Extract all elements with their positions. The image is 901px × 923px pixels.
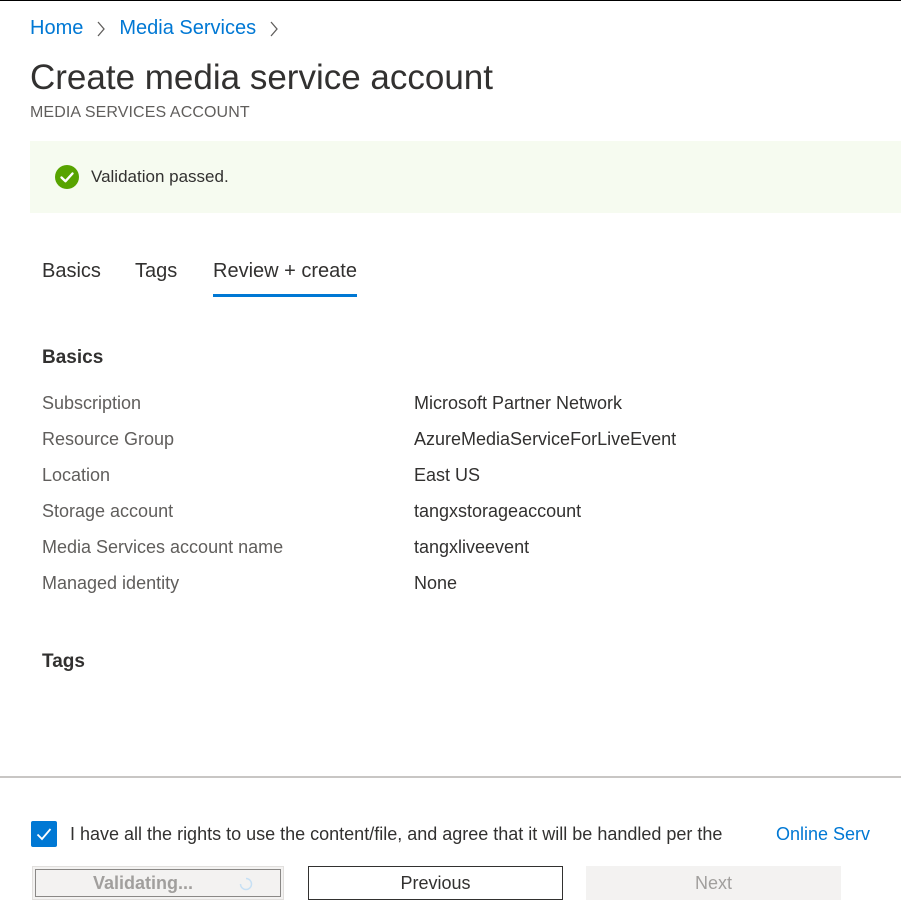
summary-value: East US — [414, 465, 481, 485]
basics-section-heading: Basics — [42, 347, 104, 368]
breadcrumb-home-link[interactable]: Home — [30, 17, 83, 40]
breadcrumb: Home Media Services — [30, 17, 292, 40]
summary-label: Managed identity — [42, 573, 180, 593]
tab-review-create[interactable]: Review + create — [213, 260, 357, 297]
previous-button[interactable]: Previous — [308, 866, 563, 900]
agreement-row: I have all the rights to use the content… — [31, 820, 901, 848]
summary-label: Subscription — [42, 393, 142, 413]
validation-message: Validation passed. — [91, 167, 229, 186]
summary-value: None — [414, 573, 458, 593]
chevron-right-icon — [269, 21, 279, 37]
summary-label: Resource Group — [42, 429, 175, 449]
chevron-right-icon — [96, 21, 106, 37]
checkmark-icon — [36, 828, 52, 841]
spinner-icon — [239, 875, 253, 891]
footer-divider — [0, 776, 901, 778]
validation-banner: Validation passed. — [30, 141, 901, 213]
tab-basics[interactable]: Basics — [42, 260, 101, 283]
breadcrumb-media-services-link[interactable]: Media Services — [119, 17, 256, 40]
summary-label: Storage account — [42, 501, 174, 521]
summary-label: Location — [42, 465, 111, 485]
agreement-text: I have all the rights to use the content… — [70, 823, 723, 844]
page-title: Create media service account — [30, 58, 493, 97]
agreement-checkbox[interactable] — [31, 821, 57, 847]
success-check-icon — [55, 165, 79, 189]
page-subtitle: MEDIA SERVICES ACCOUNT — [30, 104, 250, 121]
summary-value: tangxliveevent — [414, 537, 530, 557]
validating-button[interactable]: Validating... — [32, 866, 284, 900]
next-button[interactable]: Next — [586, 866, 841, 900]
summary-label: Media Services account name — [42, 537, 284, 557]
top-border — [0, 0, 901, 1]
tags-section-heading: Tags — [42, 651, 85, 672]
summary-value: tangxstorageaccount — [414, 501, 582, 521]
online-services-terms-link[interactable]: Online Serv — [776, 824, 870, 845]
summary-value: Microsoft Partner Network — [414, 393, 623, 413]
summary-value: AzureMediaServiceForLiveEvent — [414, 429, 677, 449]
tab-tags[interactable]: Tags — [135, 260, 177, 283]
